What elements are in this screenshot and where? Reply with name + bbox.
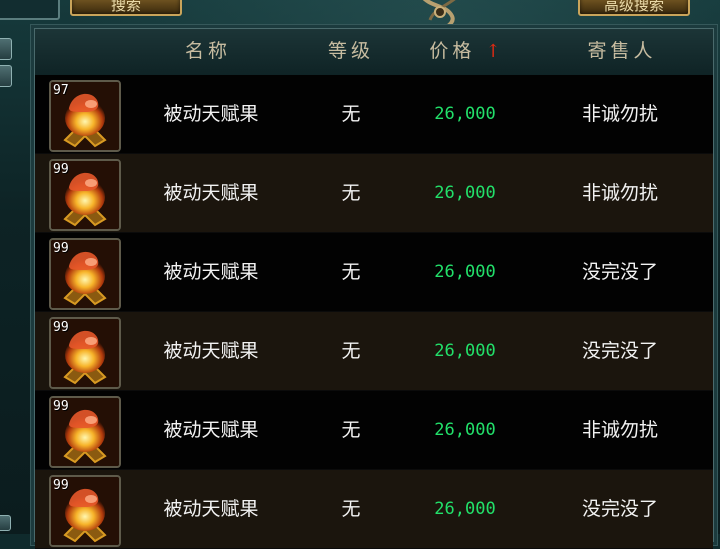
item-seller: 没完没了 <box>581 498 658 520</box>
side-tab-strip <box>0 38 12 92</box>
item-slot[interactable]: 99 <box>49 238 121 310</box>
item-seller: 没完没了 <box>581 261 658 283</box>
item-name: 被动天赋果 <box>163 182 259 204</box>
side-tab-button[interactable] <box>0 38 12 60</box>
table-body: 97 被动天赋果 无 26,000 非诚勿扰 99 被动天赋果 无 26,000… <box>35 75 713 549</box>
column-header-name[interactable]: 名称 <box>153 37 263 65</box>
table-header: 名称 等级 价格 ↑ 寄售人 <box>35 29 713 76</box>
item-price: 26,000 <box>434 104 496 124</box>
top-left-frame <box>0 0 60 20</box>
item-level: 无 <box>341 419 361 441</box>
item-quantity: 97 <box>53 83 69 98</box>
item-quantity: 99 <box>53 162 69 177</box>
item-price: 26,000 <box>434 341 496 361</box>
item-quantity: 99 <box>53 320 69 335</box>
auction-list-panel: 名称 等级 价格 ↑ 寄售人 97 被动天赋果 无 26,000 非诚勿扰 99… <box>34 28 714 549</box>
item-name: 被动天赋果 <box>163 261 259 283</box>
item-price: 26,000 <box>434 420 496 440</box>
side-tab-button[interactable] <box>0 65 12 87</box>
side-tab-button[interactable] <box>0 515 11 531</box>
item-name: 被动天赋果 <box>163 498 259 520</box>
search-button[interactable]: 搜索 <box>70 0 182 16</box>
item-quantity: 99 <box>53 241 69 256</box>
item-seller: 非诚勿扰 <box>581 419 658 441</box>
item-name: 被动天赋果 <box>163 103 259 125</box>
item-name: 被动天赋果 <box>163 340 259 362</box>
item-quantity: 99 <box>53 399 69 414</box>
item-slot[interactable]: 99 <box>49 396 121 468</box>
item-level: 无 <box>341 340 361 362</box>
item-price: 26,000 <box>434 499 496 519</box>
item-price: 26,000 <box>434 183 496 203</box>
item-slot[interactable]: 99 <box>49 159 121 231</box>
item-slot[interactable]: 99 <box>49 317 121 389</box>
item-level: 无 <box>341 498 361 520</box>
table-row[interactable]: 99 被动天赋果 无 26,000 没完没了 <box>35 470 713 549</box>
table-row[interactable]: 99 被动天赋果 无 26,000 没完没了 <box>35 312 713 391</box>
advanced-search-button[interactable]: 高级搜索 <box>578 0 690 16</box>
table-row[interactable]: 99 被动天赋果 无 26,000 没完没了 <box>35 233 713 312</box>
table-row[interactable]: 99 被动天赋果 无 26,000 非诚勿扰 <box>35 391 713 470</box>
column-header-seller[interactable]: 寄售人 <box>557 37 687 65</box>
sort-ascending-icon: ↑ <box>485 41 501 62</box>
item-level: 无 <box>341 103 361 125</box>
column-header-price-label: 价格 <box>429 40 476 62</box>
table-row[interactable]: 99 被动天赋果 无 26,000 非诚勿扰 <box>35 154 713 233</box>
item-price: 26,000 <box>434 262 496 282</box>
item-level: 无 <box>341 182 361 204</box>
table-row[interactable]: 97 被动天赋果 无 26,000 非诚勿扰 <box>35 75 713 154</box>
item-slot[interactable]: 97 <box>49 80 121 152</box>
item-seller: 没完没了 <box>581 340 658 362</box>
item-slot[interactable]: 99 <box>49 475 121 547</box>
item-name: 被动天赋果 <box>163 419 259 441</box>
item-seller: 非诚勿扰 <box>581 103 658 125</box>
item-seller: 非诚勿扰 <box>581 182 658 204</box>
item-quantity: 99 <box>53 478 69 493</box>
column-header-price[interactable]: 价格 ↑ <box>415 37 515 65</box>
column-header-level[interactable]: 等级 <box>303 37 399 65</box>
item-level: 无 <box>341 261 361 283</box>
